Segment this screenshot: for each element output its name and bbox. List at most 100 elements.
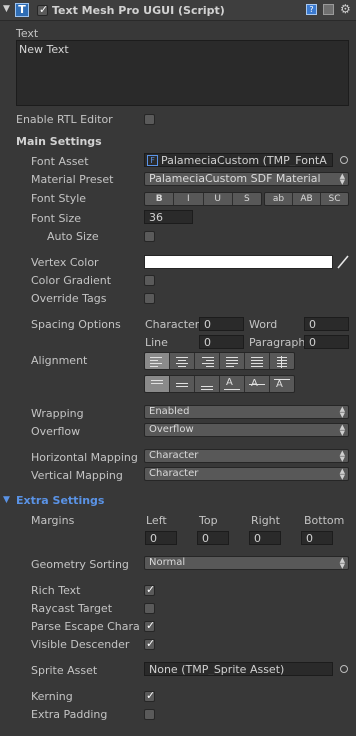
font-asset-label: Font Asset (31, 155, 89, 168)
preset-icon[interactable] (323, 4, 334, 15)
margins-label: Margins (31, 514, 75, 527)
align-left-icon[interactable] (145, 353, 170, 369)
eyedropper-icon[interactable] (337, 255, 349, 269)
vertical-mapping-label: Vertical Mapping (31, 469, 123, 482)
rtl-label: Enable RTL Editor (16, 113, 113, 126)
color-gradient-label: Color Gradient (31, 274, 112, 287)
line-spacing-label: Line (145, 336, 168, 349)
rich-text-checkbox[interactable]: ✓ (144, 583, 155, 596)
horizontal-mapping-label: Horizontal Mapping (31, 451, 138, 464)
material-preset-value: PalameciaCustom SDF Material (149, 172, 321, 185)
align-middle-icon[interactable] (170, 376, 195, 392)
material-preset-dropdown[interactable]: PalameciaCustom SDF Material ▲ ▼ (144, 172, 349, 186)
align-baseline-icon[interactable]: A (220, 376, 245, 392)
vertex-color-swatch[interactable] (144, 255, 333, 269)
component-enabled-checkbox[interactable]: ✓ (37, 3, 48, 16)
line-spacing-field[interactable]: 0 (199, 335, 244, 349)
font-style-case-buttons: ab AB SC (264, 192, 349, 206)
parse-escape-checkbox[interactable]: ✓ (144, 619, 155, 632)
font-asset-icon: F (147, 155, 158, 166)
component-header: ▼ T ✓ Text Mesh Pro UGUI (Script) ? ⚙ (0, 0, 356, 21)
lowercase-style-button[interactable]: ab (265, 193, 293, 205)
wrapping-value: Enabled (149, 406, 190, 417)
margin-bottom-field[interactable]: 0 (301, 531, 333, 545)
visible-descender-checkbox[interactable]: ✓ (144, 637, 155, 650)
vertical-mapping-dropdown[interactable]: Character ▲ ▼ (144, 467, 349, 481)
foldout-arrow-icon[interactable]: ▼ (3, 4, 10, 14)
margin-left-field[interactable]: 0 (145, 531, 177, 545)
paragraph-spacing-value: 0 (309, 336, 316, 349)
smallcaps-style-button[interactable]: SC (321, 193, 348, 205)
vertical-mapping-value: Character (149, 468, 199, 479)
dropdown-arrows-icon: ▲ ▼ (339, 172, 345, 186)
dropdown-arrows-icon: ▲ ▼ (339, 405, 345, 419)
bold-style-button[interactable]: B (145, 193, 175, 205)
align-top-icon[interactable] (145, 376, 170, 392)
component-title: Text Mesh Pro UGUI (Script) (52, 4, 225, 17)
dropdown-arrows-icon: ▲ ▼ (339, 556, 345, 570)
dropdown-arrows-icon: ▲ ▼ (339, 423, 345, 437)
geometry-sorting-label: Geometry Sorting (31, 558, 129, 571)
paragraph-spacing-field[interactable]: 0 (304, 335, 349, 349)
strikethrough-style-button[interactable]: S (232, 193, 261, 205)
margin-top-field[interactable]: 0 (197, 531, 229, 545)
rtl-checkbox[interactable] (144, 114, 155, 125)
kerning-label: Kerning (31, 690, 73, 703)
wrapping-dropdown[interactable]: Enabled ▲ ▼ (144, 405, 349, 419)
text-component-icon: T (15, 3, 29, 17)
dropdown-arrows-icon: ▲ ▼ (339, 467, 345, 481)
margin-bottom-value: 0 (306, 532, 313, 545)
align-capline-icon[interactable]: A (270, 376, 294, 392)
overflow-dropdown[interactable]: Overflow ▲ ▼ (144, 423, 349, 437)
align-justified-icon[interactable] (220, 353, 245, 369)
word-spacing-field[interactable]: 0 (304, 317, 349, 331)
font-size-value: 36 (149, 211, 163, 224)
uppercase-style-button[interactable]: AB (293, 193, 321, 205)
text-input-area[interactable]: New Text (16, 40, 349, 106)
line-spacing-value: 0 (204, 336, 211, 349)
font-asset-picker-icon[interactable] (340, 156, 348, 164)
auto-size-checkbox[interactable] (144, 231, 155, 242)
horizontal-alignment-buttons (144, 352, 295, 370)
sprite-asset-value: None (TMP_Sprite Asset) (149, 663, 285, 676)
align-flush-icon[interactable] (245, 353, 270, 369)
font-asset-field[interactable]: F PalameciaCustom (TMP_FontA (144, 153, 333, 167)
character-spacing-field[interactable]: 0 (199, 317, 244, 331)
geometry-sorting-value: Normal (149, 557, 186, 568)
align-midline-icon[interactable]: A (245, 376, 270, 392)
overflow-value: Overflow (149, 424, 194, 435)
margin-right-value: 0 (254, 532, 261, 545)
align-center-icon[interactable] (170, 353, 195, 369)
sprite-asset-field[interactable]: None (TMP_Sprite Asset) (144, 662, 333, 676)
character-spacing-value: 0 (204, 318, 211, 331)
sprite-asset-picker-icon[interactable] (340, 665, 348, 673)
extra-settings-title[interactable]: Extra Settings (16, 494, 104, 507)
italic-style-button[interactable]: I (174, 193, 204, 205)
material-preset-label: Material Preset (31, 173, 114, 186)
extra-padding-checkbox[interactable] (144, 709, 155, 720)
gear-icon[interactable]: ⚙ (340, 2, 351, 16)
horizontal-mapping-dropdown[interactable]: Character ▲ ▼ (144, 449, 349, 463)
align-right-icon[interactable] (195, 353, 220, 369)
raycast-target-checkbox[interactable] (144, 603, 155, 614)
alignment-label: Alignment (31, 354, 88, 367)
font-style-basic-buttons: B I U S (144, 192, 262, 206)
extra-settings-foldout-icon[interactable]: ▼ (3, 495, 10, 505)
help-icon[interactable]: ? (306, 4, 317, 15)
align-bottom-icon[interactable] (195, 376, 220, 392)
horizontal-mapping-value: Character (149, 450, 199, 461)
override-tags-checkbox[interactable] (144, 293, 155, 304)
vertex-color-label: Vertex Color (31, 256, 99, 269)
margin-top-label: Top (199, 514, 218, 527)
align-geometry-center-icon[interactable] (270, 353, 294, 369)
word-spacing-value: 0 (309, 318, 316, 331)
color-gradient-checkbox[interactable] (144, 275, 155, 286)
margin-right-field[interactable]: 0 (249, 531, 281, 545)
kerning-checkbox[interactable]: ✓ (144, 689, 155, 702)
margin-right-label: Right (251, 514, 280, 527)
paragraph-spacing-label: Paragraph (249, 336, 304, 349)
underline-style-button[interactable]: U (203, 193, 233, 205)
font-size-field[interactable]: 36 (144, 210, 193, 224)
sprite-asset-label: Sprite Asset (31, 664, 98, 677)
geometry-sorting-dropdown[interactable]: Normal ▲ ▼ (144, 556, 349, 570)
